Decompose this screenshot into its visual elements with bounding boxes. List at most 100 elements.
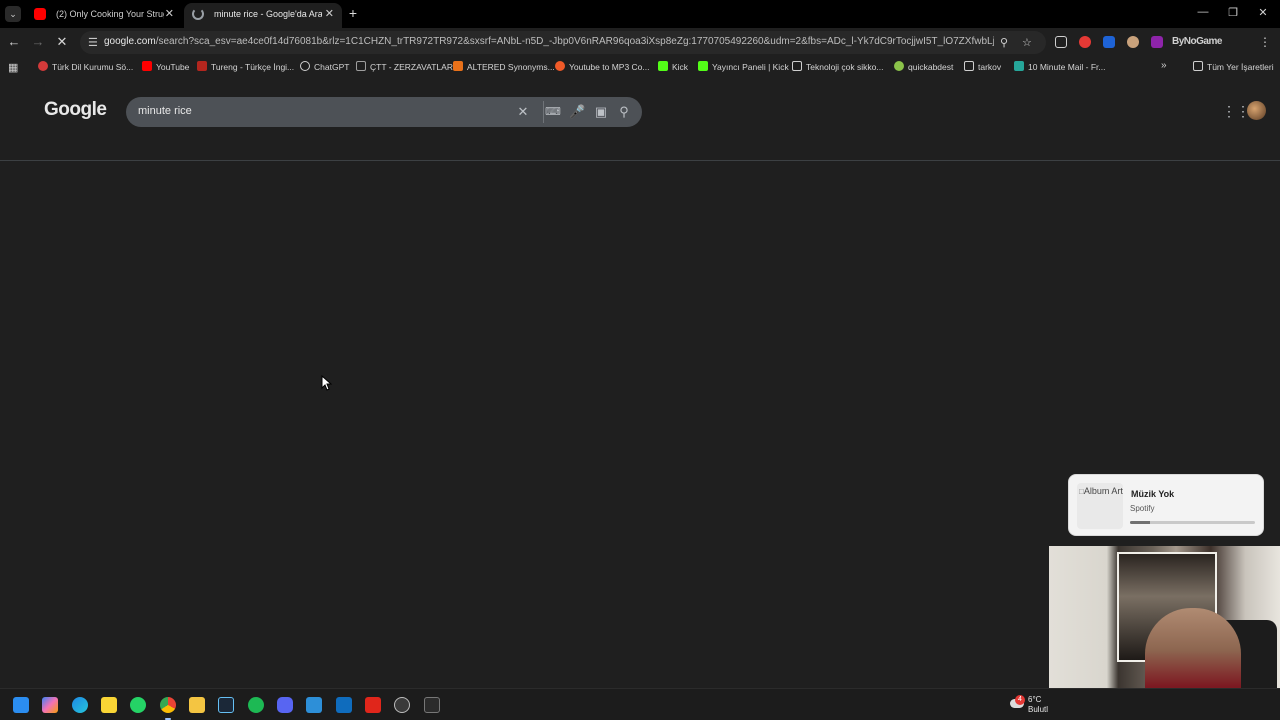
bookmark-item[interactable]: tarkov [964,60,1001,74]
now-playing-widget[interactable]: □Album Art Müzik Yok Spotify [1068,474,1264,536]
youtube-icon [142,61,152,71]
player-source: Spotify [1130,504,1155,513]
copilot-icon[interactable] [42,697,58,713]
avatar[interactable] [1247,101,1266,120]
stop-loading-button[interactable]: ✕ [53,33,71,51]
bookmark-item[interactable]: Youtube to MP3 Co... [555,60,650,74]
steam-icon[interactable] [218,697,234,713]
bookmark-item[interactable]: ALTERED Synonyms... [453,60,555,74]
folder-icon [792,61,802,71]
mouse-cursor-icon [321,375,333,391]
bookmark-item[interactable]: ChatGPT [300,60,349,74]
divider [543,101,544,123]
bookmarks-bar: ▦ Türk Dil Kurumu Sö... YouTube Tureng -… [0,56,1280,78]
bookmark-label: quickabdest [908,62,954,72]
bookmark-label: Tüm Yer İşaretleri [1207,62,1274,72]
tab-search-button[interactable]: ⌄ [5,6,21,22]
extension-label[interactable]: ByNoGame [1172,36,1222,47]
bookmark-item[interactable]: 10 Minute Mail - Fr... [1014,60,1105,74]
keyboard-icon[interactable]: ⌨ [545,104,561,120]
extension-icon[interactable] [1055,36,1067,48]
chrome-icon[interactable] [160,697,176,713]
file-explorer-icon[interactable] [189,697,205,713]
new-tab-button[interactable]: + [346,4,360,22]
bookmark-item[interactable]: Yayıncı Paneli | Kick [698,60,789,74]
bookmark-label: ÇTT - ZERZAVATLAR [370,62,453,72]
tenminutemail-icon [1014,61,1024,71]
quickabdest-icon [894,61,904,71]
clear-icon[interactable]: ✕ [515,104,531,120]
bookmark-item[interactable]: YouTube [142,60,189,74]
tab-title: minute rice - Google'da Ara [214,9,322,19]
kick-icon [698,61,708,71]
bookmark-item[interactable]: Teknoloji çok sikko... [792,60,883,74]
store-icon[interactable] [306,697,322,713]
zoom-search-icon[interactable]: ⚲ [1000,36,1008,49]
close-tab-icon[interactable]: ✕ [325,3,334,25]
tab-google-search[interactable]: minute rice - Google'da Ara ✕ [184,3,342,28]
bookmark-label: Youtube to MP3 Co... [569,62,650,72]
bookmark-label: Teknoloji çok sikko... [806,62,884,72]
browser-tab-strip: ⌄ (2) Only Cooking Your Struggle ✕ minut… [0,0,1280,28]
outlook-icon[interactable] [336,697,352,713]
progress-fill [1130,521,1150,524]
bookmark-label: tarkov [978,62,1002,72]
forward-button[interactable]: → [29,33,47,51]
search-box[interactable]: minute rice ✕ ⌨ 🎤 ▣ ⚲ [126,97,642,127]
lens-camera-icon[interactable]: ▣ [593,104,609,120]
close-window-icon[interactable]: ✕ [1256,6,1270,19]
sticky-notes-icon[interactable] [101,697,117,713]
bookmark-star-icon[interactable]: ☆ [1022,36,1032,49]
bookmark-label: ChatGPT [314,62,350,72]
address-bar[interactable]: ☰ google.com/search?sca_esv=ae4ce0f14d76… [80,31,1046,54]
album-art-alt: Album Art [1083,486,1123,496]
back-button[interactable]: ← [5,33,23,51]
extension-icon[interactable] [1103,36,1115,48]
site-info-icon[interactable]: ☰ [88,36,98,49]
discord-icon[interactable] [277,697,293,713]
acrobat-icon[interactable] [365,697,381,713]
tdk-icon [38,61,48,71]
bookmark-label: 10 Minute Mail - Fr... [1028,62,1106,72]
all-bookmarks-button[interactable]: Tüm Yer İşaretleri [1193,60,1274,74]
more-bookmarks-chevron-icon[interactable]: » [1161,60,1167,71]
apps-grid-icon[interactable]: ▦ [8,61,18,74]
close-tab-icon[interactable]: ✕ [165,3,174,25]
extension-icon[interactable] [1079,36,1091,48]
tab-youtube[interactable]: (2) Only Cooking Your Struggle ✕ [26,3,182,28]
whatsapp-icon[interactable] [130,697,146,713]
weather-condition: Bulutl [1028,705,1049,714]
browser-toolbar: ← → ✕ ☰ google.com/search?sca_esv=ae4ce0… [0,28,1280,56]
bookmark-item[interactable]: Tureng - Türkçe İngi... [197,60,294,74]
restore-icon[interactable]: ❐ [1226,6,1240,19]
windows-start-icon[interactable] [13,697,29,713]
minimize-icon[interactable]: — [1196,6,1210,18]
search-icon[interactable]: ⚲ [616,104,632,120]
extension-icon[interactable] [1127,36,1139,48]
bookmark-label: Türk Dil Kurumu Sö... [52,62,134,72]
search-input[interactable]: minute rice [138,105,192,117]
altered-icon [453,61,463,71]
folder-icon [1193,61,1203,71]
weather-temp: 6°C [1028,695,1042,704]
bookmark-item[interactable]: Kick [658,60,688,74]
google-logo[interactable]: Google [44,99,107,121]
edge-icon[interactable] [72,697,88,713]
terminal-icon[interactable] [424,697,440,713]
progress-bar[interactable] [1130,521,1255,524]
mp3-icon [555,61,565,71]
browser-menu-icon[interactable]: ⋮ [1259,35,1271,49]
bookmark-label: ALTERED Synonyms... [467,62,555,72]
bookmark-label: Yayıncı Paneli | Kick [712,62,789,72]
google-loading-icon [192,8,204,20]
spotify-icon[interactable] [248,697,264,713]
bookmark-item[interactable]: quickabdest [894,60,953,74]
obs-icon[interactable] [394,697,410,713]
google-header: Google minute rice ✕ ⌨ 🎤 ▣ ⚲ ⋮⋮⋮ [0,78,1280,161]
microphone-icon[interactable]: 🎤 [569,104,585,120]
bookmark-item[interactable]: ÇTT - ZERZAVATLAR [356,60,453,74]
extension-icon[interactable] [1151,36,1163,48]
youtube-icon [34,8,46,20]
bookmark-item[interactable]: Türk Dil Kurumu Sö... [38,60,133,74]
tureng-icon [197,61,207,71]
